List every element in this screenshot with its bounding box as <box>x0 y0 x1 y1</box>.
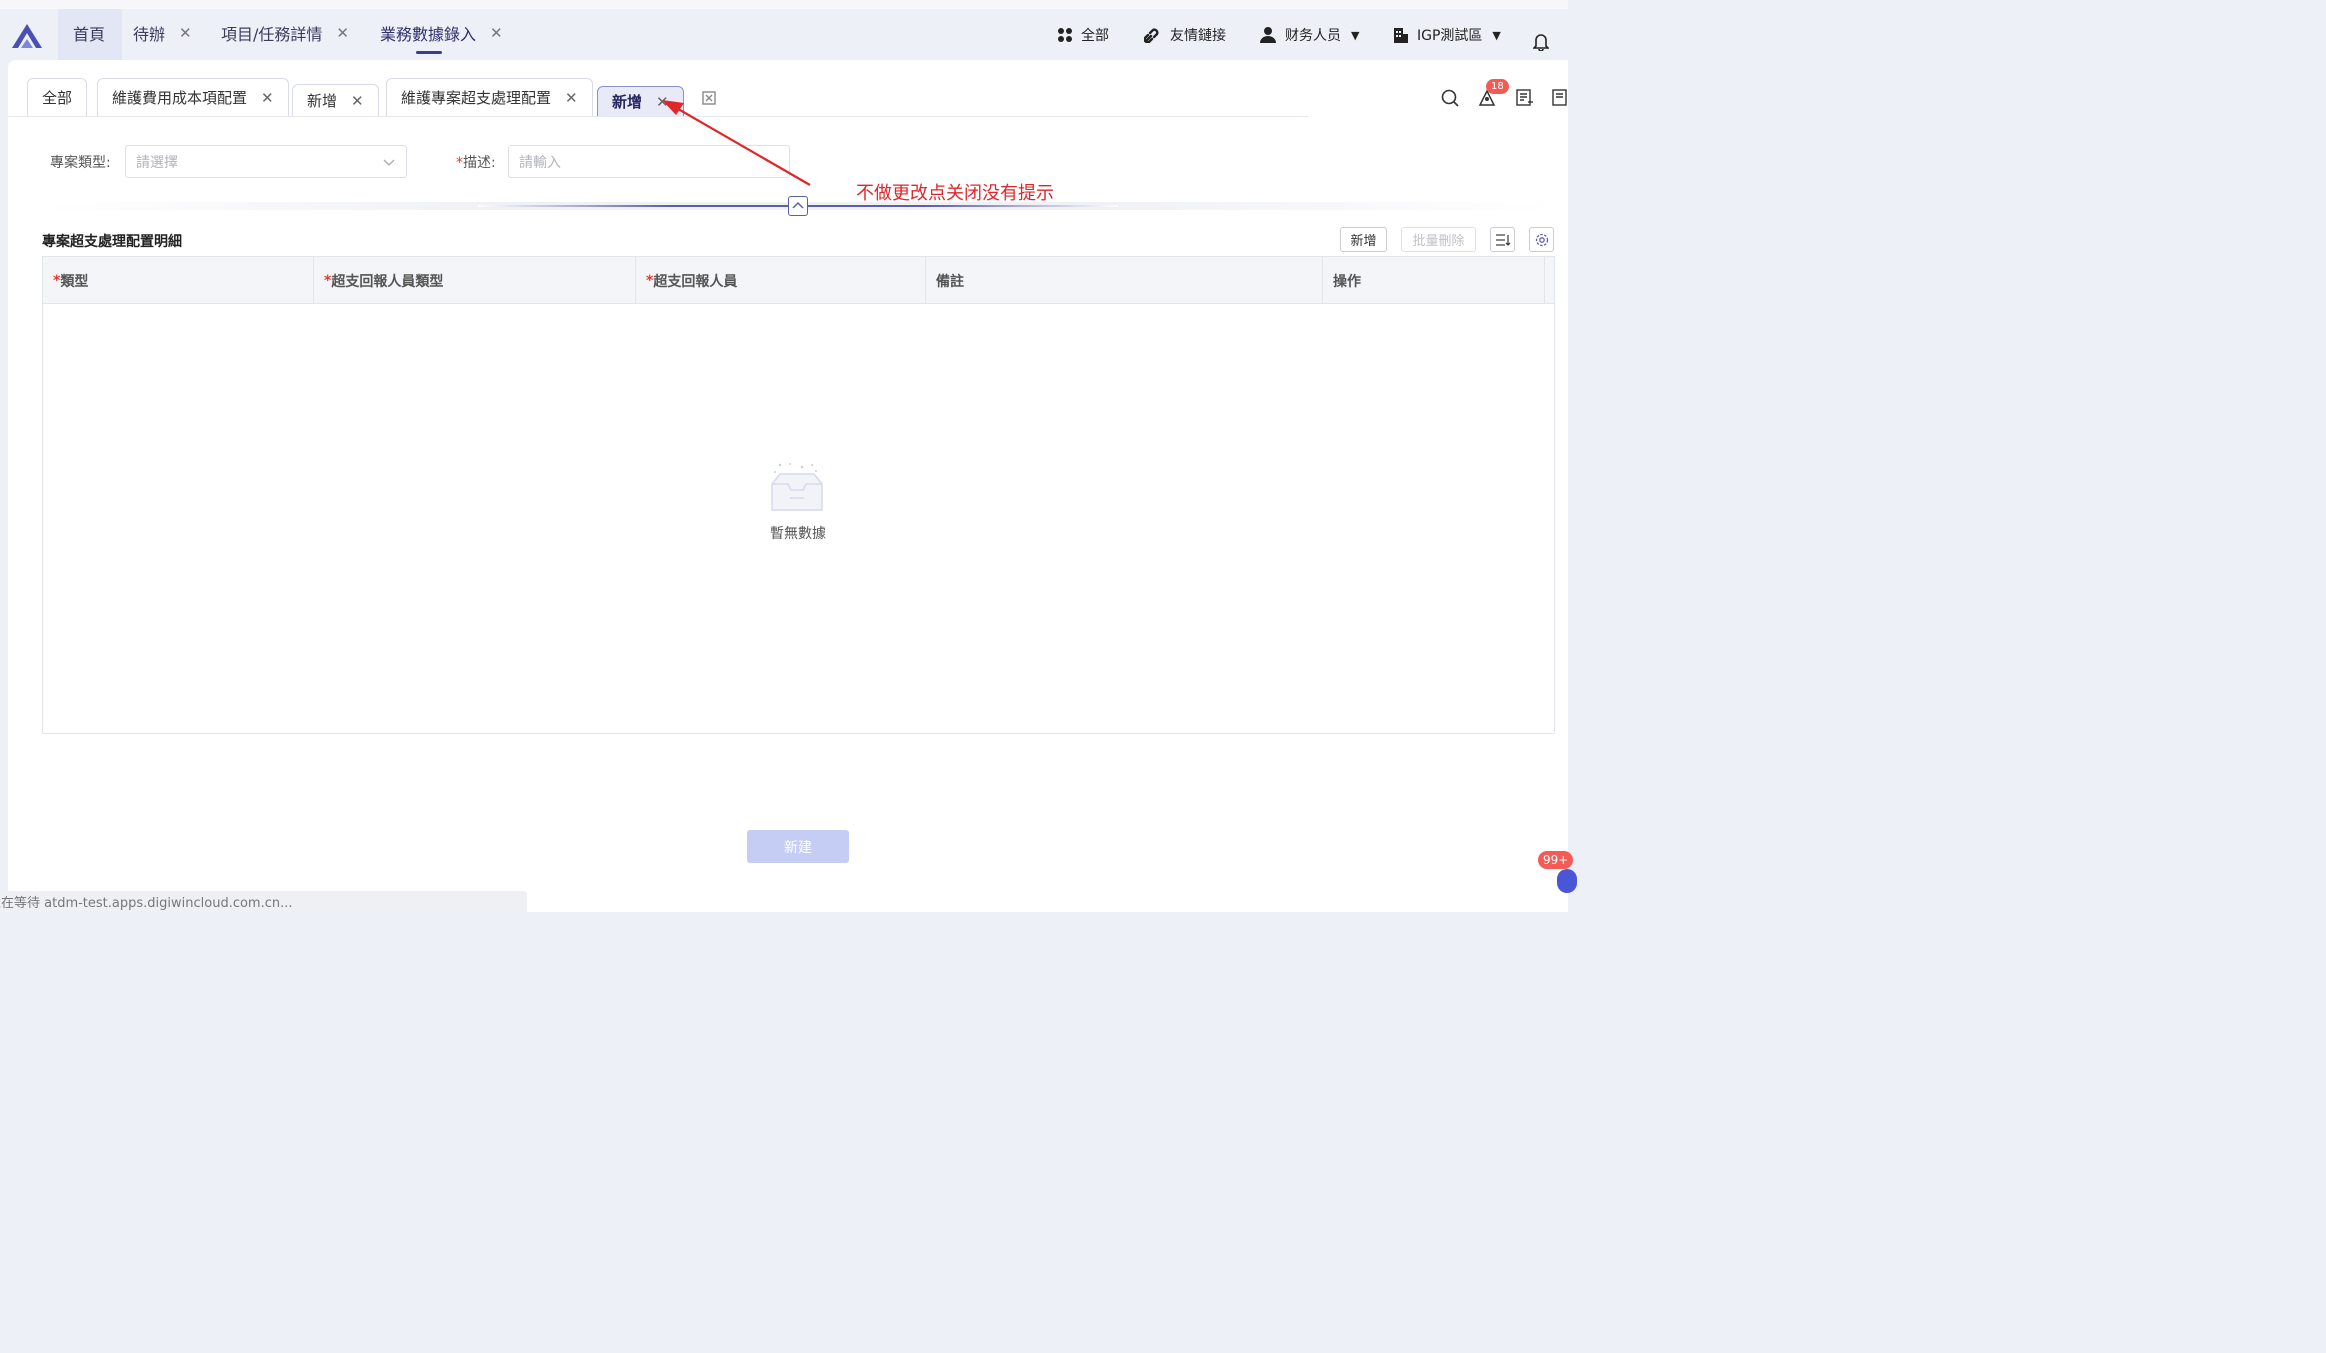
gear-icon <box>1535 233 1548 246</box>
page-tab-new-2[interactable]: 新增 ✕ <box>597 86 684 116</box>
status-text: 正在等待 atdm-test.apps.digiwincloud.com.cn.… <box>0 896 293 911</box>
all-apps-menu[interactable]: 全部 <box>1057 25 1109 45</box>
column-header-actions[interactable]: 操作 <box>1323 257 1545 304</box>
add-row-button[interactable]: 新增 <box>1340 227 1387 252</box>
column-label: 備註 <box>936 273 964 290</box>
task-list-icon[interactable] <box>1516 89 1534 107</box>
page-tab-overbudget-config[interactable]: 維護專案超支處理配置 ✕ <box>386 78 593 116</box>
description-input[interactable]: 請輸入 <box>508 145 790 178</box>
collapse-button[interactable] <box>788 196 808 216</box>
detail-table: * 類型 * 超支回報人員類型 * 超支回報人員 備註 操作 暫無數據 <box>42 256 1555 734</box>
description-placeholder: 請輸入 <box>519 154 561 171</box>
table-header: * 類型 * 超支回報人員類型 * 超支回報人員 備註 操作 <box>43 257 1554 304</box>
close-icon[interactable]: ✕ <box>490 24 503 42</box>
batch-delete-label: 批量刪除 <box>1412 234 1465 249</box>
nav-tab-business-data-entry[interactable]: 業務數據錄入 ✕ <box>380 22 503 54</box>
batch-delete-button[interactable]: 批量刪除 <box>1401 227 1476 252</box>
page-tab-new-1[interactable]: 新增 ✕ <box>292 84 379 116</box>
create-label: 新建 <box>784 839 812 856</box>
nav-tab-label: 業務數據錄入 <box>380 25 477 44</box>
empty-state-text: 暫無數據 <box>770 526 826 542</box>
nav-tab-label: 待辦 <box>133 25 166 44</box>
column-header-reporter-type[interactable]: * 超支回報人員類型 <box>314 257 636 304</box>
create-button[interactable]: 新建 <box>747 830 849 863</box>
description-label-text: 描述: <box>463 155 496 171</box>
close-icon[interactable]: ✕ <box>351 92 364 110</box>
add-row-label: 新增 <box>1350 234 1377 249</box>
page-tab-label: 新增 <box>307 92 338 110</box>
close-icon[interactable]: ✕ <box>179 24 192 42</box>
nav-tab-project-detail[interactable]: 項目/任務詳情 ✕ <box>221 22 349 44</box>
friendly-links-menu[interactable]: 友情鏈接 <box>1144 25 1226 45</box>
user-menu[interactable]: 财务人员 ▼ <box>1259 25 1359 45</box>
building-icon <box>1394 27 1408 43</box>
search-icon[interactable] <box>1441 89 1459 107</box>
description-label: *描述: <box>456 152 496 172</box>
nav-tab-label: 首頁 <box>73 25 106 44</box>
column-label: 類型 <box>60 273 89 290</box>
project-type-placeholder: 請選擇 <box>136 154 178 171</box>
tenant-name: IGP測試區 <box>1417 28 1483 44</box>
page-tab-maintenance-cost[interactable]: 維護費用成本項配置 ✕ <box>97 78 289 116</box>
page-tab-label: 全部 <box>42 89 73 107</box>
table-settings-button[interactable] <box>1529 227 1554 252</box>
user-icon <box>1260 27 1276 43</box>
column-header-reporter[interactable]: * 超支回報人員 <box>636 257 926 304</box>
floating-assistant-button[interactable] <box>1557 869 1577 893</box>
nav-tab-todo[interactable]: 待辦 ✕ <box>133 22 192 44</box>
tab-bar-divider <box>8 116 1308 117</box>
close-icon[interactable]: ✕ <box>336 24 349 42</box>
column-header-remark[interactable]: 備註 <box>926 257 1323 304</box>
close-icon[interactable]: ✕ <box>261 89 274 107</box>
nav-tab-home[interactable]: 首頁 <box>73 22 105 44</box>
grid-icon <box>1058 28 1072 42</box>
floating-badge: 99+ <box>1538 851 1574 869</box>
column-label: 超支回報人員 <box>653 273 738 290</box>
page-tab-label: 新增 <box>612 93 643 111</box>
column-settings-button[interactable] <box>1490 227 1515 252</box>
project-type-select[interactable]: 請選擇 <box>125 145 407 178</box>
required-mark: * <box>456 155 463 171</box>
page-tab-all[interactable]: 全部 <box>27 78 88 116</box>
close-icon[interactable]: ✕ <box>565 89 578 107</box>
chevron-down-icon <box>383 159 395 166</box>
annotation-text: 不做更改点关闭没有提示 <box>856 183 1054 204</box>
form-edit-icon[interactable] <box>1552 89 1568 107</box>
detail-section-title: 專案超支處理配置明細 <box>42 234 182 250</box>
tenant-menu[interactable]: IGP測試區 ▼ <box>1393 25 1501 45</box>
notification-count-badge: 18 <box>1486 79 1509 94</box>
top-nav: 首頁 待辦 ✕ 項目/任務詳情 ✕ 業務數據錄入 ✕ 全部 友情鏈接 财务人员 ▼ I… <box>0 0 1568 60</box>
page-tab-label: 維護費用成本項配置 <box>112 89 248 107</box>
link-icon <box>1144 28 1159 43</box>
all-apps-label: 全部 <box>1081 28 1109 44</box>
chevron-up-icon <box>792 201 804 209</box>
close-icon[interactable]: ✕ <box>656 93 669 111</box>
app-logo-icon[interactable] <box>9 22 45 50</box>
user-name: 财务人员 <box>1285 28 1341 44</box>
column-label: 操作 <box>1333 273 1361 290</box>
project-type-label: 專案類型: <box>50 155 111 171</box>
close-all-tabs-icon[interactable] <box>702 91 716 105</box>
column-sort-icon <box>1495 233 1510 246</box>
column-header-type[interactable]: * 類型 <box>43 257 314 304</box>
bell-icon[interactable] <box>1533 33 1549 51</box>
active-tab-indicator <box>416 51 442 54</box>
friendly-links-label: 友情鏈接 <box>1170 28 1226 44</box>
caret-down-icon: ▼ <box>1492 28 1501 42</box>
caret-down-icon: ▼ <box>1351 28 1360 42</box>
main-panel: 全部 維護費用成本項配置 ✕ 新增 ✕ 維護專案超支處理配置 ✕ 新增 ✕ 18 專案類… <box>8 60 1568 912</box>
nav-tab-label: 項目/任務詳情 <box>221 25 323 44</box>
column-label: 超支回報人員類型 <box>331 273 444 290</box>
page-tab-label: 維護專案超支處理配置 <box>401 89 552 107</box>
browser-status-bar: 正在等待 atdm-test.apps.digiwincloud.com.cn.… <box>0 891 527 912</box>
empty-box-icon <box>771 463 823 511</box>
